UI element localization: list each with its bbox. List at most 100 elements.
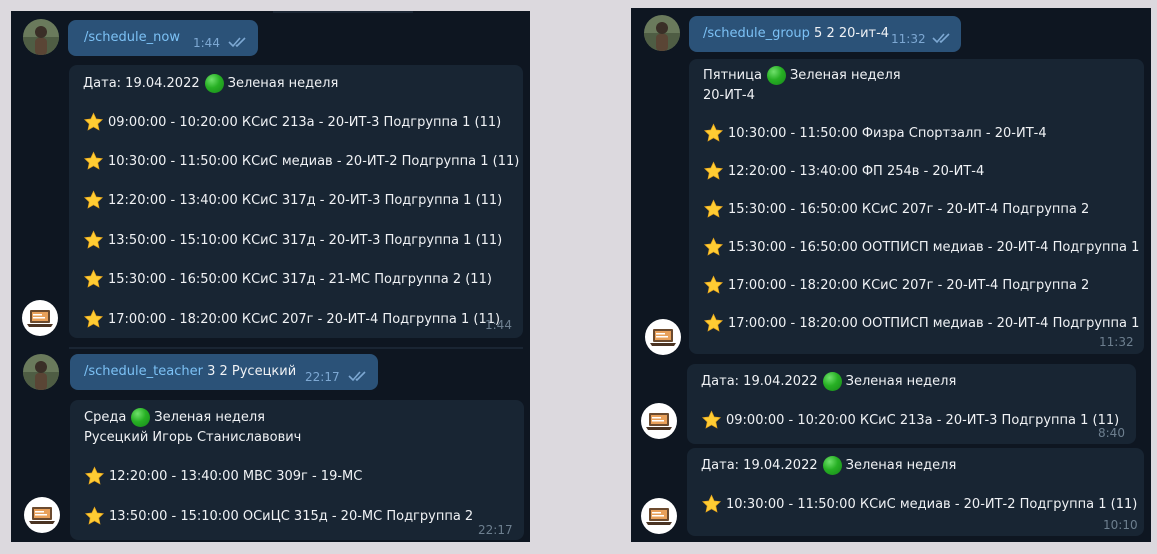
outgoing-message-schedule-teacher[interactable]: /schedule_teacher 3 2 Русецкий 22:17 (70, 354, 378, 390)
lesson-text: 09:00:00 - 10:20:00 КСиС 213а - 20-ИТ-3 … (726, 412, 1120, 428)
group-name: 20-ИТ-4 (703, 87, 755, 103)
lesson-text: 15:30:00 - 16:50:00 КСиС 207г - 20-ИТ-4 … (728, 201, 1090, 217)
divider (69, 347, 523, 349)
incoming-message-group[interactable]: Пятница Зеленая неделя 20-ИТ-4 10:30:00 -… (689, 59, 1144, 354)
day-line: Пятница Зеленая неделя (703, 65, 901, 85)
command-args: 5 2 20-ит-4 (814, 26, 890, 41)
star-icon (703, 275, 724, 294)
lesson-line: 12:20:00 - 13:40:00 ФП 254в - 20-ИТ-4 (703, 161, 984, 181)
date-text: Дата: 19.04.2022 (83, 75, 200, 91)
outgoing-message-schedule-group[interactable]: /schedule_group 5 2 20-ит-4 11:32 (689, 16, 961, 52)
laptop-icon (650, 329, 676, 346)
star-icon (83, 112, 104, 131)
day-line: Среда Зеленая неделя (84, 407, 265, 427)
lesson-text: 17:00:00 - 18:20:00 КСиС 207г - 20-ИТ-4 … (728, 277, 1090, 293)
lesson-line: 15:30:00 - 16:50:00 КСиС 207г - 20-ИТ-4 … (703, 199, 1089, 219)
bot-avatar[interactable] (641, 498, 677, 534)
lesson-line: 17:00:00 - 18:20:00 ООТПИСП медиав - 20-… (703, 313, 1139, 333)
message-time: 11:32 (891, 32, 926, 46)
command-link[interactable]: /schedule_group (703, 26, 810, 41)
double-check-icon (932, 33, 950, 44)
star-icon (703, 161, 724, 180)
lesson-text: 15:30:00 - 16:50:00 ООТПИСП медиав - 20-… (728, 239, 1140, 255)
date-line: Дата: 19.04.2022 Зеленая неделя (83, 73, 338, 93)
green-circle-icon (822, 371, 842, 391)
lesson-line: 13:50:00 - 15:10:00 КСиС 317д - 20-ИТ-3 … (83, 230, 502, 250)
lesson-line: 09:00:00 - 10:20:00 КСиС 213а - 20-ИТ-3 … (83, 112, 501, 132)
lesson-line: 17:00:00 - 18:20:00 КСиС 207г - 20-ИТ-4 … (83, 309, 500, 329)
star-icon (703, 199, 724, 218)
green-circle-icon (766, 65, 786, 85)
date-line: Дата: 19.04.2022 Зеленая неделя (701, 371, 956, 391)
lesson-line: 15:30:00 - 16:50:00 ООТПИСП медиав - 20-… (703, 237, 1139, 257)
outgoing-message-schedule-now[interactable]: /schedule_now 1:44 (68, 20, 258, 56)
lesson-text: 10:30:00 - 11:50:00 КСиС медиав - 20-ИТ-… (726, 496, 1138, 512)
double-check-icon (348, 371, 366, 382)
user-photo-icon (23, 354, 59, 390)
day-text: Пятница (703, 67, 762, 83)
incoming-message-schedule[interactable]: Дата: 19.04.2022 Зеленая неделя 09:00:00 … (687, 364, 1136, 444)
week-text: Зеленая неделя (845, 457, 957, 473)
lesson-line: 15:30:00 - 16:50:00 КСиС 317д - 21-МС По… (83, 269, 492, 289)
star-icon (83, 151, 104, 170)
green-circle-icon (204, 73, 224, 93)
teacher-name: Русецкий Игорь Станиславович (84, 429, 302, 445)
chat-panel-right: /schedule_group 5 2 20-ит-4 11:32 Пятниц… (631, 8, 1151, 542)
star-icon (83, 230, 104, 249)
lesson-text: 13:50:00 - 15:10:00 ОСиЦС 315д - 20-МС П… (109, 508, 474, 524)
lesson-line: 17:00:00 - 18:20:00 КСиС 207г - 20-ИТ-4 … (703, 275, 1089, 295)
laptop-icon (646, 413, 672, 430)
lesson-text: 12:20:00 - 13:40:00 КСиС 317д - 20-ИТ-3 … (108, 192, 503, 208)
previous-message-edge (273, 11, 413, 13)
lesson-text: 12:20:00 - 13:40:00 МВС 309г - 19-МС (109, 468, 363, 484)
bot-avatar[interactable] (641, 403, 677, 439)
user-avatar[interactable] (23, 354, 59, 390)
lesson-text: 13:50:00 - 15:10:00 КСиС 317д - 20-ИТ-3 … (108, 232, 503, 248)
lesson-line: 12:20:00 - 13:40:00 КСиС 317д - 20-ИТ-3 … (83, 190, 502, 210)
user-avatar[interactable] (23, 19, 59, 55)
star-icon (84, 506, 105, 525)
user-photo-icon (644, 15, 680, 51)
message-time: 22:17 (305, 370, 340, 384)
message-time: 8:40 (1098, 426, 1125, 440)
week-text: Зеленая неделя (227, 75, 339, 91)
bot-avatar[interactable] (24, 497, 60, 533)
date-text: Дата: 19.04.2022 (701, 457, 818, 473)
command-link[interactable]: /schedule_now (84, 30, 180, 45)
lesson-line: 13:50:00 - 15:10:00 ОСиЦС 315д - 20-МС П… (84, 506, 473, 526)
laptop-icon (29, 507, 55, 524)
bot-avatar[interactable] (645, 319, 681, 355)
bot-avatar[interactable] (22, 300, 58, 336)
date-line: Дата: 19.04.2022 Зеленая неделя (701, 455, 956, 475)
lesson-text: 09:00:00 - 10:20:00 КСиС 213а - 20-ИТ-3 … (108, 114, 502, 130)
message-time: 11:32 (1099, 335, 1134, 349)
laptop-icon (646, 508, 672, 525)
lesson-text: 17:00:00 - 18:20:00 КСиС 207г - 20-ИТ-4 … (108, 311, 501, 327)
incoming-message-teacher[interactable]: Среда Зеленая неделя Русецкий Игорь Стани… (70, 400, 524, 540)
star-icon (703, 313, 724, 332)
lesson-line: 09:00:00 - 10:20:00 КСиС 213а - 20-ИТ-3 … (701, 410, 1119, 430)
lesson-line: 10:30:00 - 11:50:00 Физра Спортзалп - 20… (703, 123, 1047, 143)
star-icon (83, 190, 104, 209)
star-icon (703, 237, 724, 256)
laptop-icon (27, 310, 53, 327)
lesson-text: 10:30:00 - 11:50:00 КСиС медиав - 20-ИТ-… (108, 153, 520, 169)
lesson-line: 10:30:00 - 11:50:00 КСиС медиав - 20-ИТ-… (83, 151, 519, 171)
message-time: 1:44 (193, 36, 220, 50)
chat-panel-left: /schedule_now 1:44 Дата: 19.04.2022 Зелен… (11, 11, 530, 542)
incoming-message-schedule[interactable]: Дата: 19.04.2022 Зеленая неделя 09:00:00 … (69, 65, 523, 338)
date-text: Дата: 19.04.2022 (701, 373, 818, 389)
day-text: Среда (84, 409, 127, 425)
message-time: 10:10 (1103, 518, 1138, 532)
incoming-message-schedule[interactable]: Дата: 19.04.2022 Зеленая неделя 10:30:00 … (687, 448, 1144, 536)
lesson-line: 12:20:00 - 13:40:00 МВС 309г - 19-МС (84, 466, 362, 486)
green-circle-icon (131, 407, 151, 427)
command-args: 3 2 Русецкий (207, 364, 297, 379)
user-avatar[interactable] (644, 15, 680, 51)
lesson-text: 12:20:00 - 13:40:00 ФП 254в - 20-ИТ-4 (728, 163, 985, 179)
command-link[interactable]: /schedule_teacher (84, 364, 203, 379)
star-icon (701, 494, 722, 513)
user-photo-icon (23, 19, 59, 55)
week-text: Зеленая неделя (845, 373, 957, 389)
lesson-line: 10:30:00 - 11:50:00 КСиС медиав - 20-ИТ-… (701, 494, 1137, 514)
